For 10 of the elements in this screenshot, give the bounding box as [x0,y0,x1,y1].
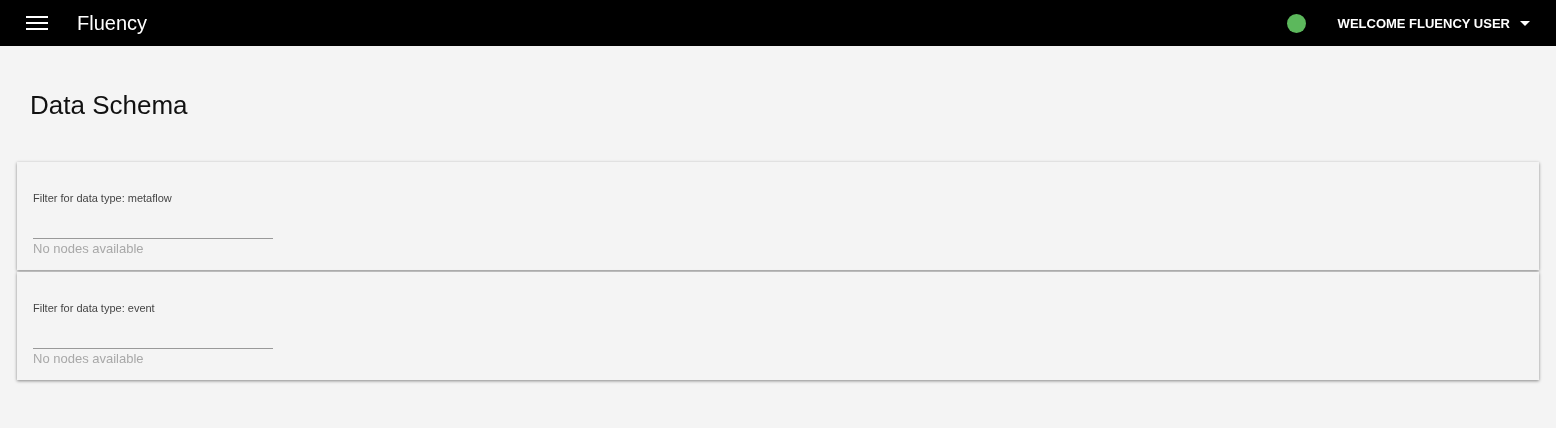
page-title: Data Schema [30,90,189,120]
menu-icon[interactable] [26,15,48,31]
status-dot-icon [1286,13,1306,33]
user-menu-button[interactable]: WELCOME FLUENCY USER [1337,15,1530,31]
app-title: Fluency [77,11,148,35]
empty-message: No nodes available [33,351,144,366]
caret-icon [1520,20,1530,26]
empty-message: No nodes available [33,241,144,256]
filter-label: Filter for data type: metaflow [33,192,172,204]
filter-label: Filter for data type: event [33,302,155,314]
